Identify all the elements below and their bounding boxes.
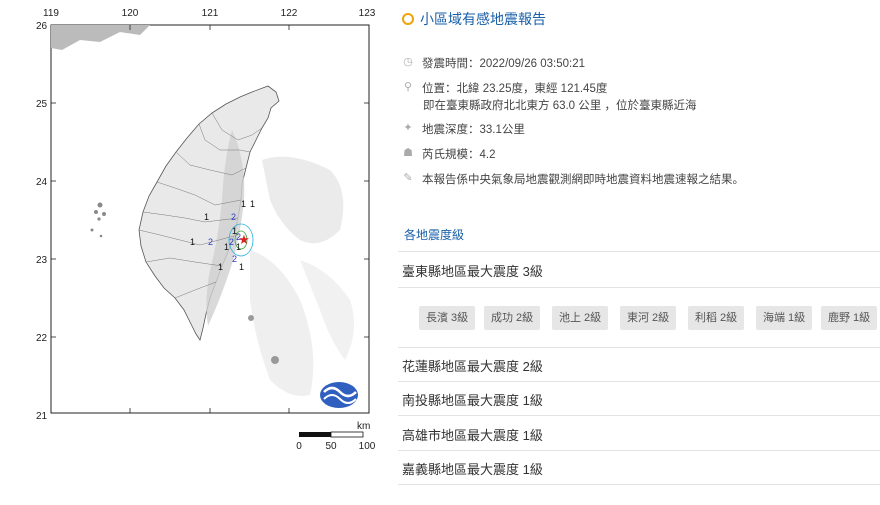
county-row-chiayi[interactable]: 嘉義縣地區最大震度 1級 — [402, 459, 543, 478]
station-intensity-label: 1 — [250, 199, 255, 209]
station-intensity-label: 2 — [231, 212, 236, 222]
station-intensity-label: 2 — [232, 254, 237, 264]
county-row-taitung[interactable]: 臺東縣地區最大震度 3級 — [402, 261, 543, 280]
station-intensity-label: 1 — [218, 262, 223, 272]
divider — [398, 381, 880, 382]
scale-unit: km — [357, 421, 370, 432]
cwb-logo — [320, 382, 358, 408]
scale-label: 0 — [296, 441, 302, 452]
depth-text: 地震深度：33.1公里 — [422, 124, 525, 136]
station-intensity-label: 2 — [229, 237, 234, 247]
report-title-text: 小區域有感地震報告 — [420, 11, 546, 27]
lon-tick: 119 — [43, 8, 59, 19]
station-intensity-label: 1 — [204, 212, 209, 222]
divider — [398, 251, 880, 252]
magnitude-row: ☗ 芮氏規模：4.2 — [402, 146, 496, 162]
station-intensity-label: 1 — [241, 199, 246, 209]
earthquake-map: 11121222111211 ★ 26 25 24 23 22 21 119 1… — [0, 0, 385, 500]
lon-tick: 122 — [281, 8, 298, 19]
lat-tick: 25 — [36, 99, 48, 110]
location-detail: 即在臺東縣政府北北東方 63.0 公里 ，位於臺東縣近海 — [423, 100, 697, 112]
station-intensity-label: 1 — [239, 262, 244, 272]
lat-tick: 26 — [36, 21, 48, 32]
divider — [398, 347, 880, 348]
time-row: ◷ 發震時間：2022/09/26 03:50:21 — [402, 55, 585, 71]
divider — [398, 484, 880, 485]
station-tag-changbin: 長濱 3級 — [419, 306, 476, 330]
location-text: 位置：北緯 23.25度，東經 121.45度 — [422, 83, 608, 95]
magnitude-icon: ☗ — [403, 147, 413, 159]
scale-bar: km 0 50 100 — [296, 421, 376, 452]
lon-ticks: 119 120 121 122 123 — [43, 8, 376, 19]
note-row: ✎ 本報告係中央氣象局地震觀測網即時地震資料地震速報之結果。 — [402, 171, 744, 187]
map-pin-icon: ⚲ — [403, 81, 413, 93]
clock-icon: ◷ — [403, 56, 413, 68]
station-tag-luye: 鹿野 1級 — [821, 306, 878, 330]
station-intensity-label: 2 — [208, 237, 213, 247]
lat-tick: 21 — [36, 411, 48, 422]
county-row-nantou[interactable]: 南投縣地區最大震度 1級 — [402, 390, 543, 409]
divider — [398, 287, 880, 288]
station-tag-chishang: 池上 2級 — [552, 306, 609, 330]
county-row-kaohsiung[interactable]: 高雄市地區最大震度 1級 — [402, 425, 543, 444]
depth-row: ✦ 地震深度：33.1公里 — [402, 121, 525, 137]
report-title: 小區域有感地震報告 — [402, 9, 546, 29]
lon-tick: 120 — [122, 8, 139, 19]
station-intensity-label: 1 — [224, 242, 229, 252]
scale-label: 50 — [325, 441, 337, 452]
lat-tick: 24 — [36, 177, 48, 188]
intensity-section-link[interactable]: 各地震度級 — [404, 226, 464, 243]
station-tag-lidao: 利稻 2級 — [688, 306, 745, 330]
station-tag-haiduan: 海端 1級 — [756, 306, 813, 330]
epicenter-star-icon: ★ — [238, 232, 250, 247]
depth-icon: ✦ — [403, 122, 413, 134]
station-tag-chenggong: 成功 2級 — [484, 306, 541, 330]
station-tag-donghe: 東河 2級 — [620, 306, 677, 330]
divider — [398, 415, 880, 416]
scale-label: 100 — [359, 441, 376, 452]
lat-ticks: 26 25 24 23 22 21 — [36, 21, 48, 422]
map-svg: 111 212 2 21 1 121 1 ★ 26 25 24 23 22 21 119 1… — [36, 8, 376, 452]
divider — [398, 450, 880, 451]
lon-tick: 121 — [202, 8, 219, 19]
lon-tick: 123 — [359, 8, 376, 19]
lat-tick: 23 — [36, 255, 48, 266]
time-text: 發震時間：2022/09/26 03:50:21 — [422, 58, 586, 70]
pencil-icon: ✎ — [403, 172, 413, 184]
station-intensity-label: 1 — [190, 237, 195, 247]
location-row: ⚲ 位置：北緯 23.25度，東經 121.45度 — [402, 80, 607, 96]
lat-tick: 22 — [36, 333, 48, 344]
note-text: 本報告係中央氣象局地震觀測網即時地震資料地震速報之結果。 — [422, 174, 744, 186]
report-panel: 小區域有感地震報告 ◷ 發震時間：2022/09/26 03:50:21 ⚲ 位… — [398, 0, 880, 500]
magnitude-text: 芮氏規模：4.2 — [422, 149, 496, 161]
bullet-icon — [402, 13, 414, 25]
county-row-hualien[interactable]: 花蓮縣地區最大震度 2級 — [402, 356, 543, 375]
